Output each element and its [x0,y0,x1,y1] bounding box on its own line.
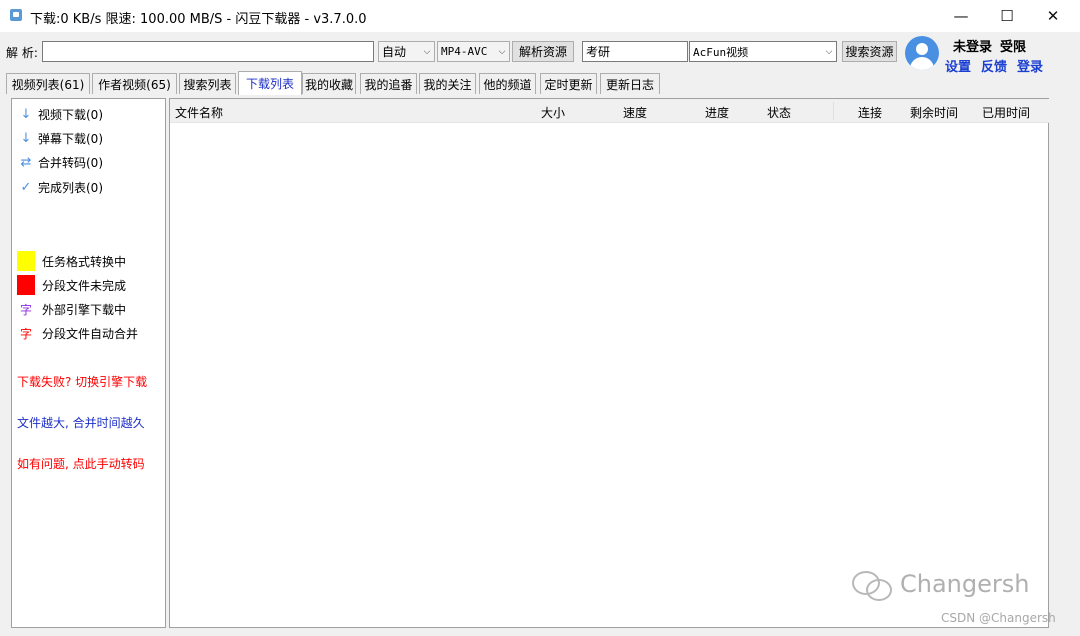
checkmark-icon: ✓ [20,179,32,195]
table-header: 文件名称 大小 速度 进度 状态 连接 剩余时间 已用时间 [170,99,1050,123]
download-arrow-icon: ↓ [20,130,32,146]
login-status: 未登录 [953,40,993,55]
parse-label: 解 析: [6,46,38,60]
tab-following[interactable]: 我的关注 [419,73,476,94]
column-header-remaining-time[interactable]: 剩余时间 [910,104,958,121]
legend-label: 任务格式转换中 [42,254,127,269]
download-arrow-icon: ↓ [20,106,32,122]
search-keyword-input[interactable] [583,42,687,61]
tab-search-list[interactable]: 搜索列表 [179,73,236,94]
tab-changelog[interactable]: 更新日志 [600,73,660,94]
tab-download-list[interactable]: 下载列表 [238,71,302,95]
legend-auto-merge: 字 分段文件自动合并 [17,325,138,342]
manual-transcode-link[interactable]: 如有问题, 点此手动转码 [17,455,145,472]
wechat-logo-icon [850,567,894,601]
tab-channel[interactable]: 他的频道 [479,73,536,94]
sidebar-item-danmaku-download[interactable]: ↓ 弹幕下载(0) [17,128,103,148]
avatar-icon[interactable] [905,36,939,70]
chevron-down-icon: ⌵ [423,46,431,57]
site-select-value: AcFun视频 [693,45,749,59]
site-select[interactable]: AcFun视频 ⌵ [689,41,837,62]
red-swatch [17,275,35,295]
sidebar-item-merge-transcode[interactable]: ⇄ 合并转码(0) [17,152,103,172]
search-resource-button[interactable]: 搜索资源 [842,41,897,62]
column-header-progress[interactable]: 进度 [705,104,729,121]
swap-arrows-icon: ⇄ [20,154,32,170]
window-title: 下载:0 KB/s 限速: 100.00 MB/S - 闪豆下载器 - v3.7… [30,12,367,27]
tab-following-series[interactable]: 我的追番 [360,73,417,94]
legend-external-engine: 字 外部引擎下载中 [17,301,126,318]
sidebar-item-completed-list[interactable]: ✓ 完成列表(0) [17,177,103,197]
close-button[interactable]: ✕ [1030,0,1076,32]
column-header-status[interactable]: 状态 [767,104,791,121]
feedback-link[interactable]: 反馈 [981,56,1007,75]
legend-segment-incomplete: 分段文件未完成 [17,275,126,295]
quality-select[interactable]: 自动 ⌵ [378,41,435,62]
sidebar-item-label: 完成列表(0) [38,180,103,195]
maximize-button[interactable]: ☐ [984,0,1030,32]
switch-engine-link[interactable]: 下载失败? 切换引擎下载 [17,373,147,390]
legend-label: 分段文件自动合并 [42,327,139,341]
settings-link[interactable]: 设置 [945,56,971,75]
limit-status: 受限 [1000,40,1027,55]
title-bar: 下载:0 KB/s 限速: 100.00 MB/S - 闪豆下载器 - v3.7… [0,0,1080,32]
chevron-down-icon: ⌵ [498,46,506,57]
watermark: Changersh [850,567,1029,601]
search-keyword-field[interactable] [582,41,688,62]
column-header-filename[interactable]: 文件名称 [175,104,223,121]
column-separator [833,102,834,120]
legend-label: 外部引擎下载中 [42,303,127,317]
sidebar-item-label: 合并转码(0) [38,155,103,170]
column-header-connections[interactable]: 连接 [858,104,882,121]
login-link[interactable]: 登录 [1017,56,1043,75]
parse-resource-button[interactable]: 解析资源 [512,41,574,62]
merge-time-note: 文件越大, 合并时间越久 [17,416,145,430]
download-table: 文件名称 大小 速度 进度 状态 连接 剩余时间 已用时间 [169,98,1050,628]
tab-author-videos[interactable]: 作者视频(65) [92,73,177,94]
column-header-size[interactable]: 大小 [541,104,565,121]
parse-url-field[interactable] [42,41,374,62]
chevron-down-icon: ⌵ [825,46,833,57]
column-header-speed[interactable]: 速度 [623,104,647,121]
minimize-button[interactable]: — [938,0,984,32]
legend-label: 分段文件未完成 [42,278,127,293]
app-icon [10,9,22,21]
legend-converting: 任务格式转换中 [17,251,126,271]
tab-video-list[interactable]: 视频列表(61) [6,73,90,94]
yellow-swatch [17,251,35,271]
sidebar-item-video-download[interactable]: ↓ 视频下载(0) [17,104,103,124]
sidebar-item-label: 视频下载(0) [38,107,103,122]
quality-select-value: 自动 [382,45,407,59]
parse-url-input[interactable] [43,42,373,61]
column-header-elapsed-time[interactable]: 已用时间 [982,104,1030,121]
sidebar: ↓ 视频下载(0) ↓ 弹幕下载(0) ⇄ 合并转码(0) ✓ 完成列表(0) … [11,98,166,628]
char-marker-icon: 字 [19,327,32,341]
char-marker-icon: 字 [19,303,32,317]
sidebar-item-label: 弹幕下载(0) [38,131,103,146]
format-select-value: MP4-AVC [441,45,488,58]
tab-favorites[interactable]: 我的收藏 [302,73,356,94]
format-select[interactable]: MP4-AVC ⌵ [437,41,510,62]
watermark-name: Changersh [900,570,1030,598]
tab-scheduled-update[interactable]: 定时更新 [540,73,597,94]
watermark-csdn: CSDN @Changersh [941,611,1056,625]
